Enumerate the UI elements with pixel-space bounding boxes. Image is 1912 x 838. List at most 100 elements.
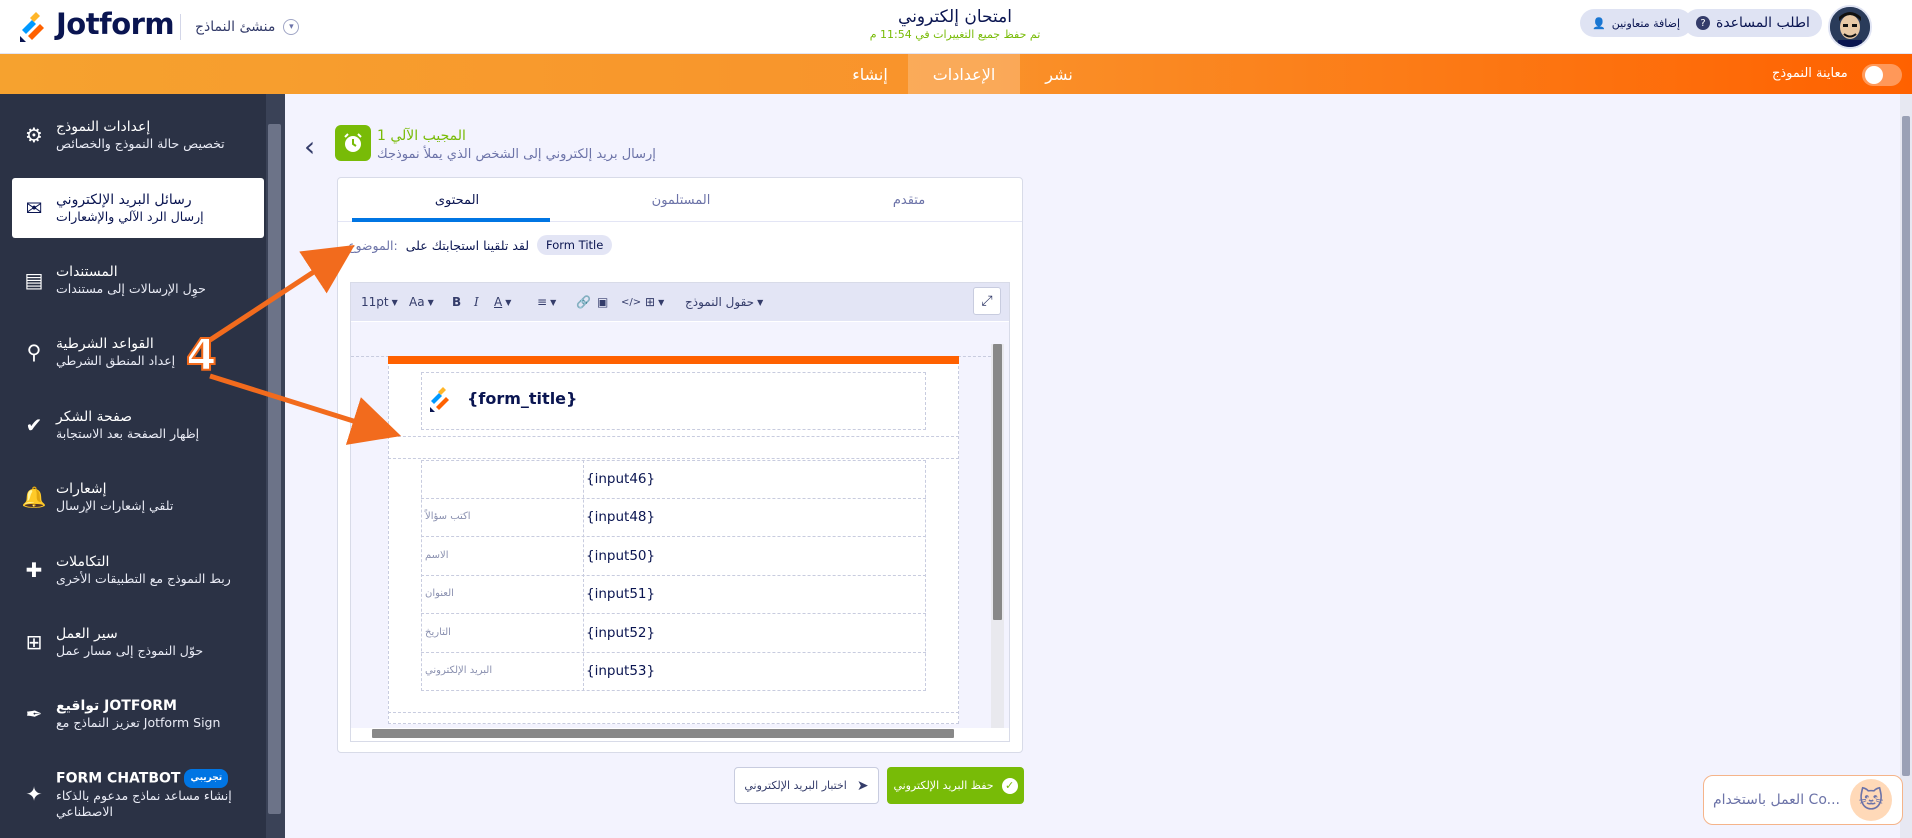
editor-toolbar bbox=[351, 283, 1009, 321]
table-row bbox=[421, 614, 926, 653]
chatbot-icon: ✦ bbox=[25, 782, 43, 806]
editor-scrollbar-thumb[interactable] bbox=[993, 344, 1002, 620]
active-tab-underline bbox=[352, 218, 550, 222]
sidebar-item-subtitle: حوّل النموذج إلى مسار عمل bbox=[56, 642, 204, 658]
image-icon[interactable]: ▣ bbox=[597, 292, 608, 312]
chevron-down-icon: ▼ bbox=[427, 297, 434, 307]
autoresponder-title[interactable]: المجيب الآلي 1 bbox=[377, 128, 466, 144]
question-icon: ? bbox=[1696, 16, 1710, 30]
table-icon: ⊞ bbox=[645, 295, 656, 309]
back-arrow-icon[interactable]: ‹ bbox=[304, 130, 315, 163]
sidebar-item-chatbot[interactable]: ✦ FORM CHATBOT تجريبي إنشاء مساعد نماذج مد… bbox=[12, 762, 264, 826]
ai-agent-widget[interactable]: العمل باستخدام Co... 🐱 bbox=[1703, 775, 1903, 825]
sidebar-item-title: القواعد الشرطية bbox=[56, 335, 154, 352]
toggle-knob bbox=[1865, 66, 1883, 84]
chevron-down-icon: ▼ bbox=[757, 297, 764, 307]
sidebar-item-emails[interactable]: ✉ رسائل البريد الإلكتروني إرسال الرد الآل… bbox=[12, 178, 264, 238]
align-dropdown[interactable]: ≡ ▼ bbox=[537, 292, 556, 312]
test-email-button[interactable]: اختبار البريد الإلكتروني ➤ bbox=[734, 767, 879, 804]
sitemap-icon: ⚲ bbox=[26, 340, 42, 364]
sidebar-item-workflow[interactable]: ⊞ سير العمل حوّل النموذج إلى مسار عمل bbox=[12, 612, 264, 672]
form-title[interactable]: امتحان إلكتروني bbox=[780, 7, 1130, 27]
table-row bbox=[421, 460, 926, 499]
sidebar-scrollbar-thumb[interactable] bbox=[268, 124, 281, 814]
table-value: {input46} bbox=[586, 471, 656, 487]
table-row bbox=[421, 576, 926, 614]
preview-form-label: معاينة النموذج bbox=[1772, 66, 1848, 81]
email-header-stripe bbox=[388, 356, 959, 364]
link-icon[interactable]: 🔗 bbox=[576, 292, 591, 312]
table-label: اكتب سؤالاً bbox=[425, 511, 471, 522]
tab-advanced[interactable]: متقدم bbox=[804, 178, 1014, 222]
tab-publish[interactable]: نشر bbox=[1020, 54, 1098, 94]
autoresponder-description: إرسال بريد إلكتروني إلى الشخص الذي يملأ … bbox=[377, 147, 656, 162]
sidebar-item-subtitle: ربط النموذج مع التطبيقات الأخرى bbox=[56, 570, 231, 586]
sidebar-item-conditions[interactable]: ⚲ القواعد الشرطية إعداد المنطق الشرطي bbox=[12, 322, 264, 382]
sidebar-item-title: إعدادات النموذج bbox=[56, 118, 151, 135]
sidebar-item-subtitle: حوِل الإرسالات إلى مستندات bbox=[56, 280, 206, 296]
save-status: تم حفظ جميع التغييرات في 11:54 م bbox=[869, 28, 1041, 41]
main-scrollbar-thumb[interactable] bbox=[1902, 116, 1910, 776]
brand-name[interactable]: Jotform bbox=[56, 7, 175, 41]
sidebar-item-form-settings[interactable]: ⚙ إعدادات النموذج تخصيص حالة النموذج والخ… bbox=[12, 105, 264, 165]
sidebar-item-integrations[interactable]: ✚ التكاملات ربط النموذج مع التطبيقات الأخ… bbox=[12, 540, 264, 600]
sidebar-item-subtitle: تعزيز النماذج مع Jotform Sign bbox=[56, 714, 221, 730]
annotation-number: 4 bbox=[185, 329, 218, 382]
builder-dropdown[interactable]: منشئ النماذج ▾ bbox=[195, 14, 300, 40]
divider bbox=[388, 436, 959, 437]
sidebar-item-notifications[interactable]: 🔔 إشعارات تلقي إشعارات الإرسال bbox=[12, 467, 264, 527]
sidebar-item-subtitle: تخصيص حالة النموذج والخصائص bbox=[56, 135, 225, 151]
chevron-down-icon: ▾ bbox=[283, 19, 300, 35]
align-icon: ≡ bbox=[537, 295, 548, 309]
table-dropdown[interactable]: ⊞ ▼ bbox=[645, 292, 664, 312]
text-color-dropdown[interactable]: A ▼ bbox=[494, 292, 511, 312]
form-fields-dropdown[interactable]: حقول النموذج ▼ bbox=[685, 292, 763, 312]
workflow-icon: ⊞ bbox=[25, 630, 43, 654]
sidebar-item-sign[interactable]: ✒ تواقيع JOTFORM تعزيز النماذج مع Jotform… bbox=[12, 684, 264, 744]
sidebar-item-title: FORM CHATBOT bbox=[56, 770, 181, 786]
get-help-button[interactable]: ? اطلب المساعدة bbox=[1684, 9, 1822, 37]
sidebar-item-subtitle: إنشاء مساعد نماذج مدعوم بالذكاء الاصطناع… bbox=[56, 787, 232, 819]
text-case-dropdown[interactable]: Aa ▼ bbox=[409, 292, 434, 312]
sidebar-item-title: تواقيع JOTFORM bbox=[56, 697, 177, 714]
font-size-dropdown[interactable]: 11pt ▼ bbox=[361, 292, 398, 312]
document-icon: ▤ bbox=[24, 268, 44, 292]
tab-settings[interactable]: الإعدادات bbox=[908, 54, 1020, 94]
sidebar-item-title: المستندات bbox=[56, 263, 118, 280]
avatar[interactable] bbox=[1828, 5, 1872, 49]
tab-create[interactable]: إنشاء bbox=[830, 54, 910, 94]
editor-horizontal-scrollbar[interactable] bbox=[372, 729, 954, 738]
bell-icon: 🔔 bbox=[21, 485, 47, 509]
add-collaborators-button[interactable]: 👤 إضافة متعاونين bbox=[1580, 9, 1693, 37]
chevron-down-icon: ▼ bbox=[391, 297, 398, 307]
sidebar-item-documents[interactable]: ▤ المستندات حوِل الإرسالات إلى مستندات bbox=[12, 250, 264, 310]
table-row bbox=[421, 537, 926, 576]
bold-button[interactable]: B bbox=[452, 292, 461, 312]
expand-icon[interactable]: ⤢ bbox=[973, 287, 1001, 315]
puzzle-icon: ✚ bbox=[25, 558, 43, 582]
table-row bbox=[421, 499, 926, 537]
sidebar-item-title: سير العمل bbox=[56, 625, 118, 642]
sidebar-item-subtitle: تلقي إشعارات الإرسال bbox=[56, 497, 174, 513]
table-value: {input53} bbox=[586, 663, 656, 679]
code-icon[interactable]: </> bbox=[621, 292, 641, 312]
table-value: {input51} bbox=[586, 586, 656, 602]
form-title-chip[interactable]: Form Title bbox=[537, 235, 613, 255]
tab-content[interactable]: المحتوى bbox=[352, 178, 562, 222]
save-email-button[interactable]: حفظ البريد الإلكتروني ✓ bbox=[887, 767, 1024, 804]
jotform-logo-icon[interactable] bbox=[18, 8, 48, 46]
sidebar-item-subtitle: إظهار الصفحة بعد الاستجابة bbox=[56, 425, 200, 441]
italic-button[interactable]: I bbox=[474, 292, 479, 312]
subject-label: الموضوع: bbox=[348, 237, 398, 253]
agent-avatar-icon: 🐱 bbox=[1850, 779, 1892, 821]
tab-recipients[interactable]: المستلمون bbox=[576, 178, 786, 222]
autoresponder-clock-icon bbox=[335, 125, 371, 161]
table-label: الاسم bbox=[425, 550, 449, 561]
divider bbox=[180, 14, 181, 40]
chevron-down-icon: ▼ bbox=[658, 297, 665, 307]
divider bbox=[388, 712, 959, 713]
sidebar-item-title: إشعارات bbox=[56, 480, 107, 497]
sidebar-item-thank-you[interactable]: ✔ صفحة الشكر إظهار الصفحة بعد الاستجابة bbox=[12, 395, 264, 455]
subject-input[interactable]: لقد تلقينا استجابتك على bbox=[406, 238, 529, 253]
table-label: البريد الإلكتروني bbox=[425, 665, 493, 676]
